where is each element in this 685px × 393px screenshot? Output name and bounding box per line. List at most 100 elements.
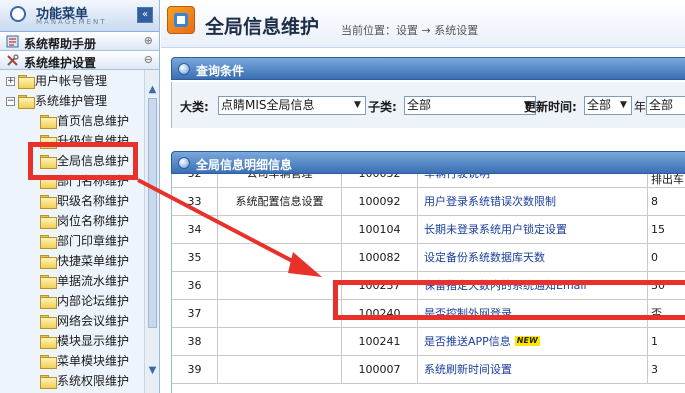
folder-icon — [40, 115, 57, 129]
sidebar: 功能菜单 MANAGEMENT « 系统帮助手册 ⊕ 系统维护设置 ⊖ + 用户… — [0, 0, 160, 393]
row-value: 1 — [651, 335, 658, 348]
row-code: 100104 — [342, 216, 418, 244]
tree-node-label: 网络会议维护 — [57, 314, 130, 328]
row-code: 100007 — [342, 356, 418, 384]
subcategory-select-value: 全部 — [407, 98, 432, 112]
row-value: 3 — [651, 363, 658, 376]
tree-node-label: 系统权限维护 — [57, 374, 130, 388]
tree-node-system-maintenance[interactable]: − 系统维护管理 — [0, 91, 144, 111]
tree-scrollbar[interactable]: ▲ ▼ — [144, 70, 159, 393]
tree-node-label: 单据流水维护 — [57, 274, 130, 288]
chevron-down-icon: ▼ — [350, 97, 365, 114]
tree-node-position-names[interactable]: 岗位名称维护 — [0, 211, 144, 231]
table-row[interactable]: 35 100082 设定备份系统数据库天数 0 — [172, 244, 685, 272]
row-code: 100092 — [342, 188, 418, 216]
row-group — [218, 272, 342, 300]
sidebar-subtitle: MANAGEMENT — [36, 18, 107, 26]
row-number: 39 — [172, 356, 218, 384]
row-code: 100082 — [342, 244, 418, 272]
row-number: 35 — [172, 244, 218, 272]
scroll-down-icon[interactable]: ▼ — [147, 365, 158, 376]
collapse-section-icon[interactable]: ⊖ — [144, 53, 153, 66]
table-row[interactable]: 34 100104 长期未登录系统用户锁定设置 15 — [172, 216, 685, 244]
query-panel-header[interactable]: 查询条件 — [171, 57, 685, 80]
collapse-sidebar-icon[interactable]: « — [137, 7, 153, 23]
subcategory-select[interactable]: 全部 ▼ — [404, 96, 536, 115]
category-label: 大类: — [180, 100, 209, 114]
main-content: 全局信息维护 当前位置：设置 → 系统设置 查询条件 大类: 点睛MIS全局信息… — [161, 0, 685, 393]
row-group: 公司车辆管理 — [218, 174, 342, 188]
row-name-link[interactable]: 车辆行驶说明 — [418, 174, 648, 188]
table-row[interactable]: 39 100007 系统刷新时间设置 3 — [172, 356, 685, 384]
folder-icon — [40, 335, 57, 349]
row-group — [218, 328, 342, 356]
row-name-cell[interactable]: 是否推送APP信息 NEW — [418, 328, 648, 356]
folder-icon — [40, 275, 57, 289]
folder-icon — [40, 235, 57, 249]
tree-node-menu-modules[interactable]: 菜单模块维护 — [0, 351, 144, 371]
tree-node-label: 模块显示维护 — [57, 334, 130, 348]
expand-section-icon[interactable]: ⊕ — [144, 34, 153, 47]
tree-node-label: 快捷菜单维护 — [57, 254, 130, 268]
table-row[interactable]: 32 公司车辆管理 100032 车辆行驶说明 门公务 排出车 — [172, 174, 685, 188]
expand-plus-icon[interactable]: + — [6, 77, 15, 86]
row-code: 100241 — [342, 328, 418, 356]
page-header: 全局信息维护 当前位置：设置 → 系统设置 — [161, 0, 685, 48]
tree-node-user-accounts[interactable]: + 用户帐号管理 — [0, 71, 144, 91]
table-row[interactable]: 100092 用户登录系统错误次数限制 8 — [172, 188, 685, 216]
tree-node-department-seals[interactable]: 部门印章维护 — [0, 231, 144, 251]
tree-node-web-meeting[interactable]: 网络会议维护 — [0, 311, 144, 331]
tree-node-label: 系统维护管理 — [35, 94, 108, 108]
table-row[interactable]: 38 100241 是否推送APP信息 NEW 1 — [172, 328, 685, 356]
highlight-box-table-row — [333, 280, 685, 320]
folder-icon — [40, 195, 57, 209]
update-time-label: 更新时间: — [524, 100, 577, 114]
section-help-manual[interactable]: 系统帮助手册 ⊕ — [0, 32, 159, 51]
subcategory-label: 子类: — [368, 100, 397, 114]
year-label: 年 — [634, 100, 647, 114]
tree-node-internal-forum[interactable]: 内部论坛维护 — [0, 291, 144, 311]
tree-node-home-info[interactable]: 首页信息维护 — [0, 111, 144, 131]
globe-icon — [178, 63, 190, 75]
collapse-minus-icon[interactable]: − — [6, 97, 15, 106]
tree-node-rank-names[interactable]: 职级名称维护 — [0, 191, 144, 211]
detail-panel-header[interactable]: 全局信息明细信息 — [171, 151, 685, 174]
row-name-link[interactable]: 用户登录系统错误次数限制 — [418, 188, 648, 216]
category-select[interactable]: 点睛MIS全局信息 ▼ — [218, 96, 366, 115]
app-window-icon — [167, 6, 195, 34]
folder-icon — [40, 315, 57, 329]
tree-node-module-display[interactable]: 模块显示维护 — [0, 331, 144, 351]
row-group — [218, 216, 342, 244]
section-system-settings[interactable]: 系统维护设置 ⊖ — [0, 51, 159, 70]
row-code: 100032 — [342, 174, 418, 188]
category-select-value: 点睛MIS全局信息 — [221, 98, 315, 112]
row-number: 38 — [172, 328, 218, 356]
page-title: 全局信息维护 — [205, 16, 320, 38]
tree-node-system-permissions[interactable]: 系统权限维护 — [0, 371, 144, 391]
menu-logo-icon — [10, 6, 26, 22]
row-value: 门公务 排出车 — [651, 174, 684, 186]
row-name-link[interactable]: 系统刷新时间设置 — [418, 356, 648, 384]
update-time-select[interactable]: 全部 ▼ — [584, 96, 632, 115]
row-name-link[interactable]: 长期未登录系统用户锁定设置 — [418, 216, 648, 244]
highlight-box-menu-item — [28, 142, 138, 180]
row-name-link[interactable]: 设定备份系统数据库天数 — [418, 244, 648, 272]
menu-tree: + 用户帐号管理 − 系统维护管理 首页信息维护 升级信息维护 全局信息维护 部… — [0, 70, 144, 393]
extra-select[interactable]: 全部 — [646, 96, 685, 115]
help-book-icon — [6, 35, 19, 48]
sidebar-header: 功能菜单 MANAGEMENT « — [0, 0, 159, 32]
row-number: 37 — [172, 300, 218, 328]
scroll-thumb[interactable] — [148, 98, 157, 328]
scroll-up-icon[interactable]: ▲ — [147, 84, 158, 95]
row-group — [218, 356, 342, 384]
row-number: 34 — [172, 216, 218, 244]
row-name-link[interactable]: 是否推送APP信息 — [424, 335, 511, 348]
new-badge: NEW — [514, 336, 540, 346]
tree-node-shortcut-menu[interactable]: 快捷菜单维护 — [0, 251, 144, 271]
breadcrumb: 当前位置：设置 → 系统设置 — [341, 24, 479, 37]
tree-node-label: 内部论坛维护 — [57, 294, 130, 308]
tree-node-document-serial[interactable]: 单据流水维护 — [0, 271, 144, 291]
detail-panel-title: 全局信息明细信息 — [196, 158, 293, 172]
query-panel-title: 查询条件 — [196, 64, 245, 78]
row-value: 15 — [651, 223, 665, 236]
